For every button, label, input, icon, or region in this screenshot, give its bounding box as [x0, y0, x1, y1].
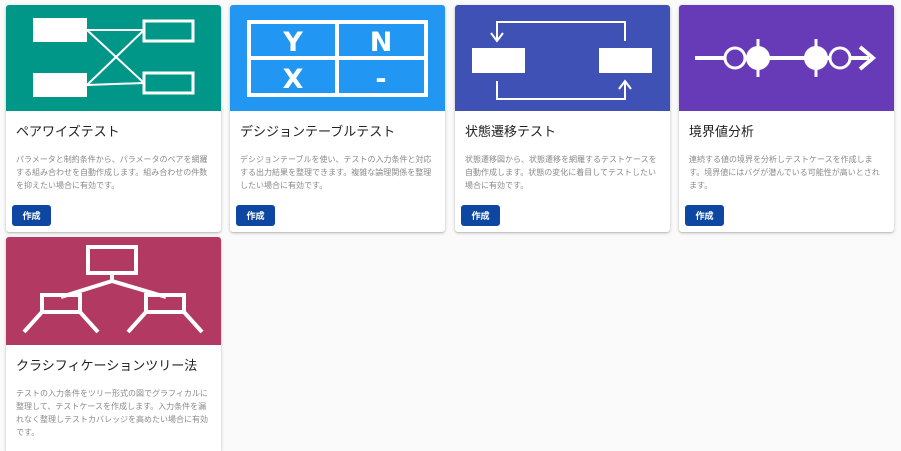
decision-table-icon: Y N X -: [247, 20, 428, 97]
decision-table-cell-n: N: [370, 27, 393, 58]
pairwise-icon: [33, 18, 195, 97]
state-transition-icon: [472, 21, 652, 100]
card-description: デシジョンテーブルを使い、テストの入力条件と対応する出力結果を整理できます。複雑…: [240, 155, 432, 190]
card-decision-table-media: Y N X -: [230, 5, 445, 111]
card-title: ペアワイズテスト: [16, 125, 120, 140]
card-description: テストの入力条件をツリー形式の図でグラフィカルに整理して、テストケースを作成しま…: [16, 389, 208, 437]
test-design-card-grid: ペアワイズテスト パラメータと制約条件から、パラメータのペアを網羅する組み合わせ…: [0, 0, 901, 451]
boundary-value-icon: [695, 39, 877, 77]
card-description: 状態遷移図から、状態遷移を網羅するテストケースを自動作成します。状態の変化に着目…: [465, 155, 657, 190]
card-description: パラメータと制約条件から、パラメータのペアを網羅する組み合わせを自動作成します。…: [16, 155, 208, 190]
create-pairwise-button[interactable]: 作成: [12, 205, 51, 226]
card-title: 状態遷移テスト: [465, 125, 557, 140]
card-title: デシジョンテーブルテスト: [240, 125, 396, 140]
card-description: 連続する値の境界を分析しテストケースを作成します。境界値にはバグが潜んでいる可能…: [689, 155, 880, 190]
card-classification-tree-media: [6, 237, 221, 345]
card-state-transition-media: [455, 5, 670, 111]
card-state-transition: 状態遷移テスト 状態遷移図から、状態遷移を網羅するテストケースを自動作成します。…: [455, 5, 670, 232]
card-boundary-value-media: [679, 5, 894, 111]
card-boundary-value: 境界値分析 連続する値の境界を分析しテストケースを作成します。境界値にはバグが潜…: [679, 5, 894, 232]
card-title: 境界値分析: [689, 125, 755, 140]
create-boundary-value-button[interactable]: 作成: [685, 205, 724, 226]
card-pairwise: ペアワイズテスト パラメータと制約条件から、パラメータのペアを網羅する組み合わせ…: [6, 5, 221, 232]
create-decision-table-button[interactable]: 作成: [236, 205, 275, 226]
card-title: クラシフィケーションツリー法: [16, 359, 198, 374]
card-decision-table: Y N X - デシジョンテーブルテスト デシジョンテーブルを使い、テストの入力…: [230, 5, 445, 232]
card-pairwise-media: [6, 5, 221, 111]
decision-table-cell-dash: -: [375, 64, 386, 95]
decision-table-cell-y: Y: [282, 27, 303, 58]
decision-table-cell-x: X: [283, 64, 304, 95]
create-state-transition-button[interactable]: 作成: [461, 205, 500, 226]
classification-tree-icon: [22, 245, 204, 334]
card-classification-tree: クラシフィケーションツリー法 テストの入力条件をツリー形式の図でグラフィカルに整…: [6, 237, 221, 451]
